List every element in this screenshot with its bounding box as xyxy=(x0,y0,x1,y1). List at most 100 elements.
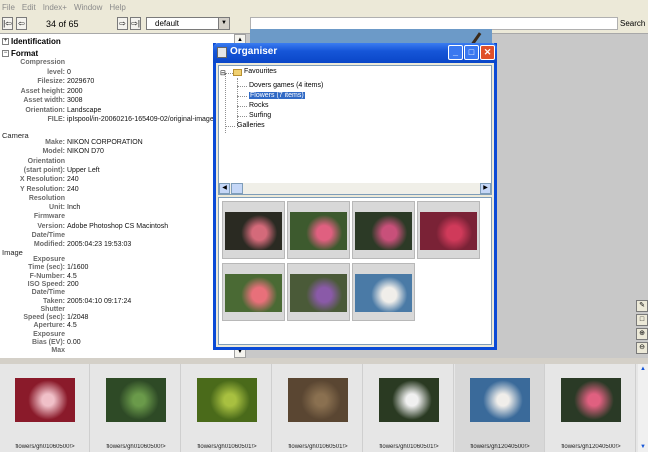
side-toolbar: ✎ □ ⊕ ⊖ xyxy=(636,300,648,356)
meta-label: Time (sec): xyxy=(28,264,65,272)
profile-select[interactable]: default ▼ xyxy=(146,17,230,30)
maximize-icon[interactable]: □ xyxy=(464,45,479,60)
tree-collapse-icon[interactable]: ⊟ xyxy=(220,69,226,77)
thumbnail-magenta-flower[interactable] xyxy=(417,201,480,259)
filmstrip-item[interactable]: flowers/gh12040500!> xyxy=(546,364,636,452)
close-icon[interactable]: ✕ xyxy=(480,45,495,60)
organiser-window: Organiser _ □ ✕ ⊟ Favourites Dovers game… xyxy=(213,43,497,350)
edit-icon[interactable]: ✎ xyxy=(636,300,648,312)
meta-label: Firmware xyxy=(33,213,65,221)
meta-label: Unit: xyxy=(49,204,65,212)
meta-label: Taken: xyxy=(42,297,65,305)
meta-value: 4.5 xyxy=(67,322,77,330)
image-heading: Image xyxy=(2,248,23,257)
filmstrip-item[interactable]: flowers/gh01060500!> xyxy=(0,364,90,452)
scroll-up-icon[interactable]: ▲ xyxy=(638,364,648,374)
filmstrip-caption: flowers/gh12040500!> xyxy=(561,444,621,450)
prev-icon[interactable]: ⇦ xyxy=(16,17,27,30)
meta-label: Max xyxy=(51,347,65,355)
menu-index[interactable]: Index+ xyxy=(43,3,67,12)
meta-label: Asset width: xyxy=(23,97,65,104)
organiser-titlebar[interactable]: Organiser _ □ ✕ xyxy=(213,43,497,63)
meta-label: Date/Time xyxy=(31,289,65,297)
scroll-right-icon[interactable]: ▶ xyxy=(480,183,491,194)
tree-item-dovers-games[interactable]: Dovers games (4 items) xyxy=(249,82,323,89)
next-icon[interactable]: ⇨ xyxy=(117,17,128,30)
scroll-thumb[interactable] xyxy=(231,183,243,194)
meta-value: 1/2048 xyxy=(67,314,89,322)
meta-value: 240 xyxy=(67,176,79,184)
menu-window[interactable]: Window xyxy=(74,3,102,12)
thumbnail-pink-rose-bud[interactable] xyxy=(222,263,285,321)
tree-horizontal-scrollbar[interactable]: ◀ ▶ xyxy=(219,183,491,194)
chevron-down-icon[interactable]: ▼ xyxy=(218,18,229,29)
camera-heading: Camera xyxy=(2,131,29,140)
meta-label: Date/Time xyxy=(31,232,65,239)
menu-file[interactable]: File xyxy=(2,3,15,12)
tree-item-surfing[interactable]: Surfing xyxy=(249,112,271,119)
thumbnail-image xyxy=(355,212,412,250)
meta-label: ISO Speed: xyxy=(27,280,65,288)
organiser-title: Organiser xyxy=(230,46,278,57)
profile-value: default xyxy=(155,19,180,28)
minimize-icon[interactable]: _ xyxy=(448,45,463,60)
format-title: Format xyxy=(11,49,39,58)
format-section[interactable]: − Format xyxy=(2,49,38,58)
thumbnail-image xyxy=(420,212,477,250)
meta-value: 1/1600 xyxy=(67,264,89,272)
meta-label: Orientation xyxy=(27,157,65,165)
meta-value: 0.00 xyxy=(67,339,81,346)
thumbnail-image xyxy=(225,274,282,312)
scroll-left-icon[interactable]: ◀ xyxy=(219,183,230,194)
menu-edit[interactable]: Edit xyxy=(22,3,36,12)
thumbnail-image xyxy=(290,274,347,312)
thumbnail-purple-flowers[interactable] xyxy=(287,263,350,321)
meta-value: 0 xyxy=(67,68,71,76)
window-icon[interactable]: □ xyxy=(636,314,648,326)
filmstrip-item[interactable]: flowers/gh01060500!> xyxy=(91,364,181,452)
meta-label: Exposure xyxy=(33,330,65,338)
filmstrip-caption: flowers/gh01060501!> xyxy=(379,444,439,450)
thumbnail-pink-rose-green[interactable] xyxy=(287,201,350,259)
thumbnail-image xyxy=(225,212,282,250)
meta-value: Landscape xyxy=(67,106,102,114)
scroll-down-icon[interactable]: ▼ xyxy=(638,442,648,452)
tree-item-galleries[interactable]: Galleries xyxy=(237,122,265,129)
menu-help[interactable]: Help xyxy=(109,3,125,12)
first-icon[interactable]: |⇦ xyxy=(2,17,13,30)
identification-section[interactable]: + Identification xyxy=(2,37,61,46)
expand-icon[interactable]: + xyxy=(2,38,9,45)
collapse-icon[interactable]: − xyxy=(2,50,9,57)
meta-value: 2005:04:10 09:17:24 xyxy=(67,297,132,305)
thumbnail-white-blossom-sky[interactable] xyxy=(352,263,415,321)
organiser-app-icon xyxy=(217,47,227,58)
thumbnail-rose-leaves[interactable] xyxy=(352,201,415,259)
filmstrip-item[interactable]: flowers/gh01060501!> xyxy=(364,364,454,452)
meta-value: NIKON D70 xyxy=(67,148,104,156)
tree-root-favourites[interactable]: Favourites xyxy=(244,68,277,75)
filmstrip-item[interactable]: flowers/gh12040500!> xyxy=(455,364,545,452)
organiser-thumbnails xyxy=(218,197,492,345)
tree-item-rocks[interactable]: Rocks xyxy=(249,102,268,109)
folder-icon xyxy=(233,69,242,76)
filmstrip-image xyxy=(470,378,530,422)
filmstrip-caption: flowers/gh01060500!> xyxy=(106,444,166,450)
zoom-in-icon[interactable]: ⊕ xyxy=(636,328,648,340)
search-button[interactable]: Search xyxy=(620,17,648,30)
filmstrip: flowers/gh01060500!> flowers/gh01060500!>… xyxy=(0,364,638,452)
filmstrip-image xyxy=(106,378,166,422)
meta-label: Aperture: xyxy=(33,322,65,330)
filmstrip-item[interactable]: flowers/gh01060501!> xyxy=(273,364,363,452)
menu-bar: File Edit Index+ Window Help xyxy=(0,0,648,14)
zoom-out-icon[interactable]: ⊖ xyxy=(636,342,648,354)
meta-label: Bias (EV): xyxy=(31,339,65,346)
meta-label: Resolution xyxy=(28,194,65,202)
filmstrip-scrollbar[interactable]: ▲ ▼ xyxy=(638,364,648,452)
filmstrip-item[interactable]: flowers/gh01060501!> xyxy=(182,364,272,452)
meta-value: Inch xyxy=(67,204,81,212)
thumbnail-pink-roses-dark-1[interactable] xyxy=(222,201,285,259)
tree-item-flowers[interactable]: Flowers (7 items) xyxy=(249,92,305,99)
last-icon[interactable]: ⇨| xyxy=(130,17,141,30)
identification-title: Identification xyxy=(11,37,61,46)
meta-value: 2029670 xyxy=(67,78,95,85)
